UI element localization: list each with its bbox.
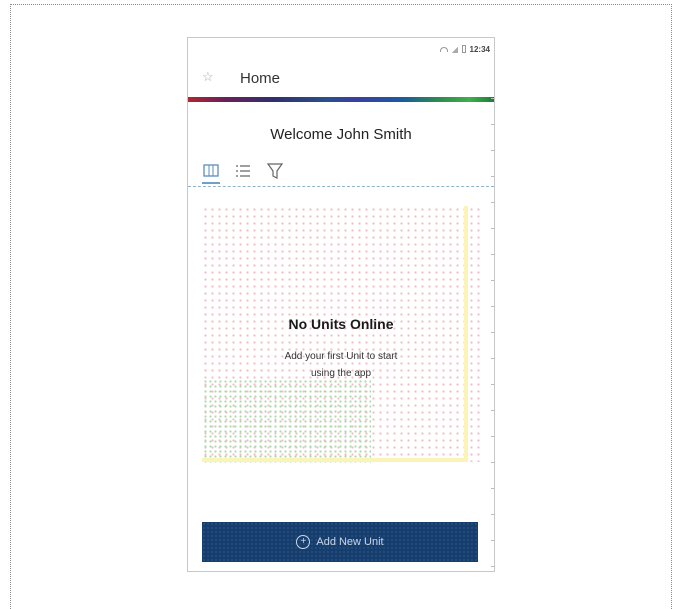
empty-state-title: No Units Online (288, 316, 394, 332)
brand-stripe (188, 97, 494, 102)
wifi-icon (439, 46, 448, 52)
add-new-unit-button[interactable]: + Add New Unit (202, 522, 478, 562)
status-time: 12:34 (469, 44, 490, 54)
add-new-unit-label: Add New Unit (316, 536, 384, 548)
tab-map[interactable] (202, 162, 220, 184)
page-title: Home (240, 70, 281, 87)
list-icon (236, 165, 250, 177)
status-bar: 12:34 (439, 42, 490, 56)
filter-icon (266, 163, 284, 179)
app-bar: ☆ Home (188, 62, 494, 98)
battery-icon (461, 45, 466, 53)
plus-circle-icon: + (296, 535, 311, 549)
phone-screen: 12:34 ☆ Home Welcome John Smith No Units (187, 37, 495, 572)
tab-list[interactable] (234, 162, 252, 180)
map-icon (203, 164, 219, 177)
empty-state-subtitle: Add your first Unit to start using the a… (188, 348, 494, 382)
welcome-message: Welcome John Smith (270, 126, 412, 143)
tab-filter[interactable] (266, 162, 284, 180)
empty-state-subtitle-line2: using the app (310, 368, 372, 379)
signal-icon (451, 45, 458, 53)
star-icon[interactable]: ☆ (202, 70, 214, 83)
empty-state-subtitle-line1: Add your first Unit to start (284, 351, 398, 362)
map-overlay (202, 206, 468, 462)
scroll-track (491, 98, 494, 568)
tab-divider (188, 186, 494, 187)
view-tabs (202, 162, 284, 184)
